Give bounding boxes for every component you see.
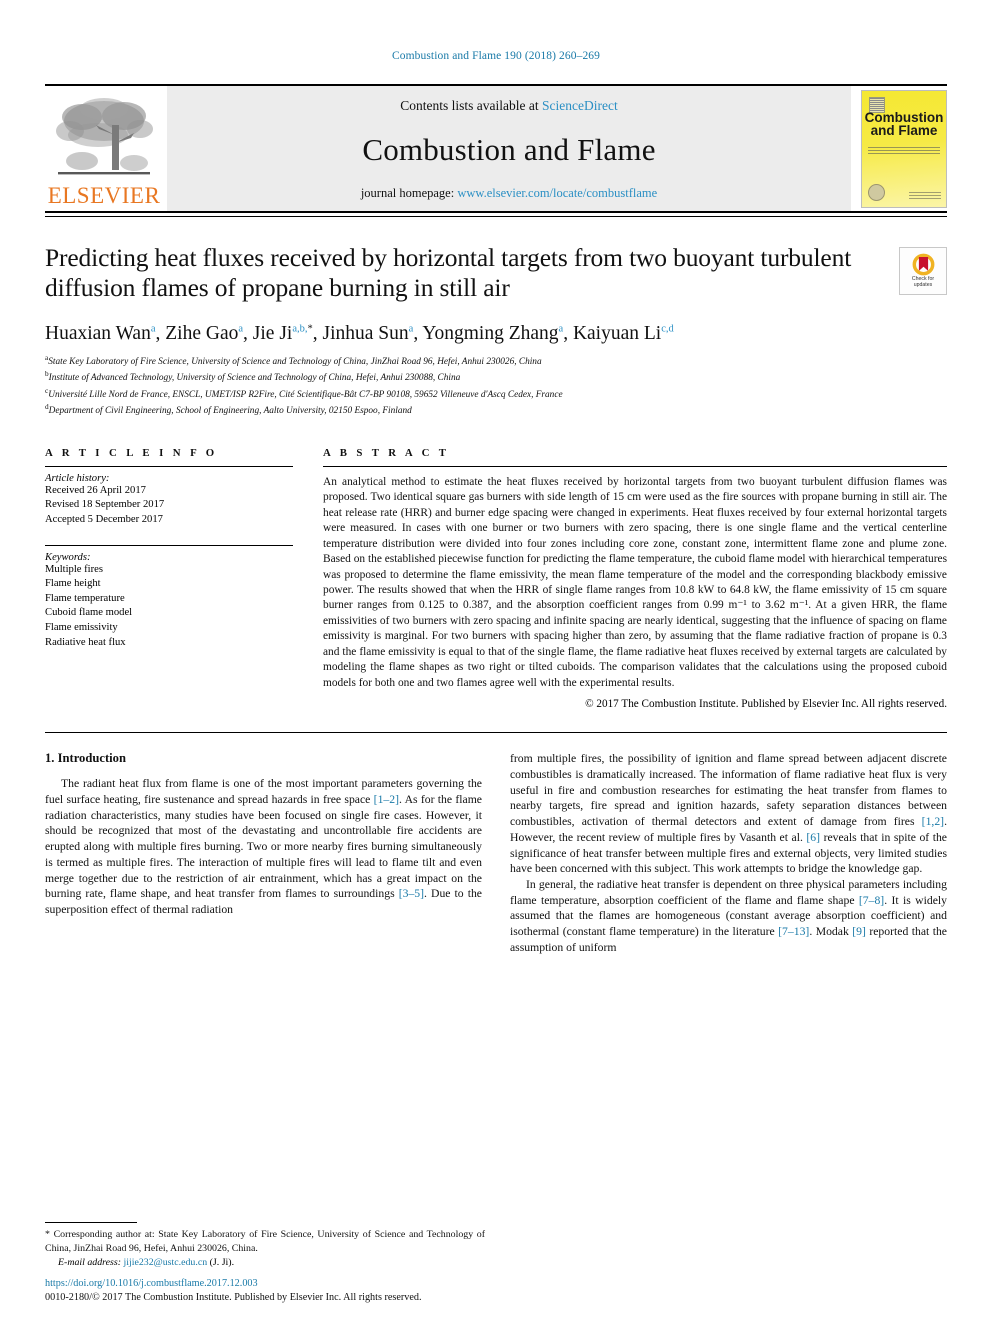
abstract-text: An analytical method to estimate the hea… (323, 475, 947, 689)
masthead-center-panel: Contents lists available at ScienceDirec… (167, 86, 851, 211)
citation-link[interactable]: [3–5] (399, 887, 424, 900)
crossmark-label: Check for updates (912, 276, 934, 289)
article-page: Combustion and Flame 190 (2018) 260–269 (0, 0, 992, 1323)
citation-link[interactable]: [9] (852, 925, 866, 938)
article-history-item: Revised 18 September 2017 (45, 499, 165, 511)
corresponding-author-footnote: * Corresponding author at: State Key Lab… (45, 1222, 485, 1268)
contents-available-line: Contents lists available at ScienceDirec… (400, 98, 617, 114)
journal-title: Combustion and Flame (362, 132, 656, 167)
abstract-heading: A B S T R A C T (323, 446, 450, 459)
citation-link[interactable]: [1,2] (922, 815, 944, 828)
affiliation-text: Université Lille Nord de France, ENSCL, … (48, 389, 563, 400)
article-history-item: Accepted 5 December 2017 (45, 514, 163, 525)
footer-doi-block: https://doi.org/10.1016/j.combustflame.2… (45, 1277, 515, 1305)
body-column-right: from multiple fires, the possibility of … (510, 751, 947, 956)
cover-title: Combustion and Flame (862, 109, 946, 139)
affiliation-item: bInstitute of Advanced Technology, Unive… (45, 369, 947, 386)
citation-link[interactable]: [7–13] (778, 925, 809, 938)
article-info-heading: A R T I C L E I N F O (45, 446, 218, 459)
info-abstract-row: A R T I C L E I N F O Article history: R… (45, 447, 947, 710)
intro-paragraph-right-2: In general, the radiative heat transfer … (510, 878, 947, 954)
intro-paragraph-right-1: from multiple fires, the possibility of … (510, 752, 947, 876)
corresponding-author-name: (J. Ji). (209, 1257, 235, 1268)
abstract-body: An analytical method to estimate the hea… (323, 475, 947, 691)
running-head: Combustion and Flame 190 (2018) 260–269 (391, 50, 600, 62)
cover-footer-mark (909, 191, 941, 200)
affiliation-item: cUniversité Lille Nord de France, ENSCL,… (45, 386, 947, 403)
keywords-list: Multiple fires Flame height Flame temperat… (45, 563, 293, 651)
article-history-list: Received 26 April 2017 Revised 18 Septemb… (45, 484, 293, 528)
cover-title-line1: Combustion (864, 109, 944, 125)
affiliation-text: Institute of Advanced Technology, Univer… (48, 373, 461, 384)
journal-homepage-line: journal homepage: www.elsevier.com/locat… (361, 186, 657, 201)
cover-title-line2: and Flame (870, 123, 938, 139)
article-info-rule (45, 465, 293, 467)
keyword-item: Flame emissivity (45, 622, 118, 634)
page-title: Predicting heat fluxes received by horiz… (45, 242, 852, 303)
affiliation-text: State Key Laboratory of Fire Science, Un… (48, 356, 542, 367)
journal-homepage-link[interactable]: www.elsevier.com/locate/combustflame (457, 186, 657, 200)
keyword-item: Flame temperature (45, 592, 125, 604)
abstract-column: A B S T R A C T An analytical method to … (323, 447, 947, 710)
author-list: Huaxian Wana, Zihe Gaoa, Jie Jia,b,*, Ji… (45, 323, 674, 345)
article-info-column: A R T I C L E I N F O Article history: R… (45, 447, 293, 710)
journal-masthead: ELSEVIER Contents lists available at Sci… (45, 84, 947, 211)
keyword-item: Flame height (45, 578, 101, 590)
elsevier-logo: ELSEVIER (45, 86, 163, 211)
footnote-text: * Corresponding author at: State Key Lab… (45, 1228, 485, 1255)
article-history-item: Received 26 April 2017 (45, 484, 146, 496)
doi-link[interactable]: https://doi.org/10.1016/j.combustflame.2… (45, 1277, 515, 1291)
journal-cover-thumbnail: Combustion and Flame (861, 89, 947, 208)
email-address-label: E-mail address: (58, 1257, 121, 1268)
affiliation-item: dDepartment of Civil Engineering, School… (45, 402, 947, 419)
keyword-item: Cuboid flame model (45, 607, 133, 619)
abstract-copyright: © 2017 The Combustion Institute. Publish… (585, 698, 947, 711)
masthead-bottom-rule (45, 211, 947, 213)
issn-copyright: 0010-2180/© 2017 The Combustion Institut… (45, 1292, 422, 1304)
cover-subtitle-lines (868, 146, 940, 156)
citation-link[interactable]: [6] (806, 831, 820, 844)
body-separator-rule (45, 732, 947, 734)
intro-paragraph-left: The radiant heat flux from flame is one … (45, 777, 482, 916)
cover-seal-icon (868, 183, 885, 201)
homepage-prefix: journal homepage: (360, 186, 458, 200)
footnote-body: Corresponding author at: State Key Labor… (45, 1229, 485, 1254)
footnote-rule (45, 1222, 137, 1224)
citation-link[interactable]: [7–8] (859, 894, 884, 907)
citation-link[interactable]: [1–2] (374, 793, 399, 806)
affiliation-item: aState Key Laboratory of Fire Science, U… (45, 353, 947, 370)
corresponding-author-email[interactable]: jijie232@ustc.edu.cn (123, 1257, 207, 1268)
keywords-label: Keywords: (45, 551, 91, 563)
affiliation-text: Department of Civil Engineering, School … (48, 406, 412, 417)
body-columns: 1. Introduction The radiant heat flux fr… (45, 751, 947, 956)
elsevier-tree-icon (56, 98, 153, 175)
footnote-marker: * (45, 1229, 50, 1241)
keywords-rule (45, 544, 293, 546)
affiliation-list: aState Key Laboratory of Fire Science, U… (45, 353, 947, 419)
body-column-left: 1. Introduction The radiant heat flux fr… (45, 751, 482, 956)
sciencedirect-link[interactable]: ScienceDirect (542, 98, 618, 113)
crossmark-badge[interactable]: Check for updates (899, 246, 947, 295)
footnote-email-line: E-mail address: jijie232@ustc.edu.cn (J.… (45, 1257, 485, 1268)
title-container: Predicting heat fluxes received by horiz… (45, 243, 899, 305)
keyword-item: Multiple fires (45, 563, 103, 575)
title-block: Predicting heat fluxes received by horiz… (45, 243, 947, 305)
crossmark-icon (912, 253, 934, 276)
section-title-introduction: 1. Introduction (45, 751, 126, 766)
elsevier-wordmark: ELSEVIER (47, 183, 161, 208)
keyword-item: Radiative heat flux (45, 636, 126, 648)
contents-prefix: Contents lists available at (400, 98, 542, 113)
crossmark-label-line2: updates (913, 281, 933, 288)
article-history-label: Article history: (45, 472, 110, 484)
masthead-bottom-rule-thin (45, 215, 947, 217)
abstract-rule (323, 465, 947, 467)
